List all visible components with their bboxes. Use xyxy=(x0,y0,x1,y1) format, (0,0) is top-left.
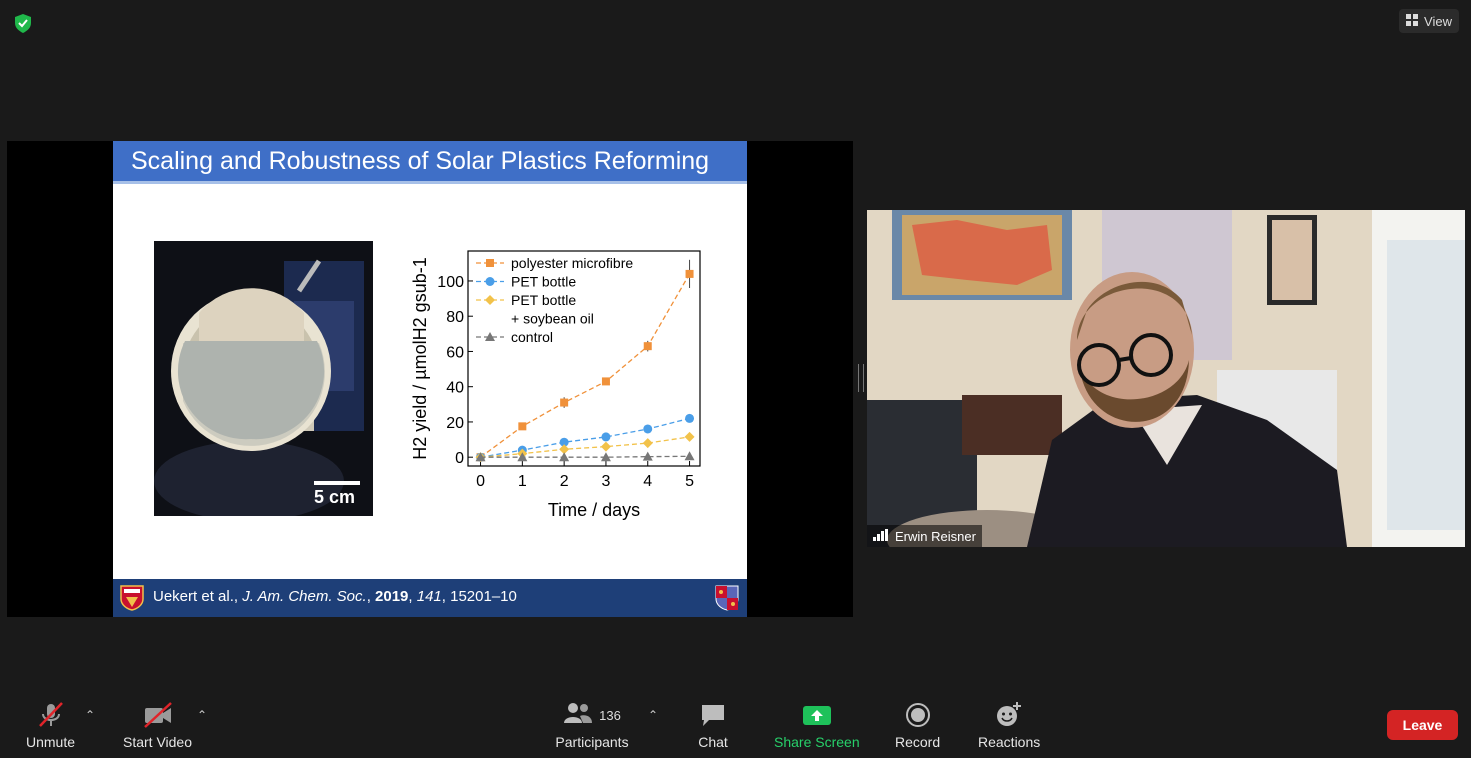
cambridge-crest-icon xyxy=(120,585,144,611)
x-tick-label: 3 xyxy=(601,473,610,490)
presentation-slide: Scaling and Robustness of Solar Plastics… xyxy=(113,141,747,617)
y-axis-label: H2 yield / µmolH2 gsub-1 xyxy=(410,257,430,459)
view-label: View xyxy=(1424,13,1452,29)
citation-volume: 141 xyxy=(416,588,442,605)
citation-year: 2019 xyxy=(375,588,409,605)
x-axis-label: Time / days xyxy=(548,500,640,520)
citation-separator: , xyxy=(408,588,417,605)
reactions-icon xyxy=(992,700,1026,730)
data-point xyxy=(642,438,653,449)
data-point xyxy=(684,431,695,442)
legend-label: + soybean oil xyxy=(511,311,594,327)
h2-yield-chart: 0 1 2 3 4 5 0 20 40 60 80 100 Time / days H2 yield / … xyxy=(410,250,701,520)
y-tick-label: 80 xyxy=(446,309,464,326)
view-button[interactable]: View xyxy=(1399,9,1459,33)
security-shield-icon[interactable] xyxy=(12,12,34,34)
unmute-button[interactable]: Unmute xyxy=(26,700,75,750)
series-line xyxy=(480,455,690,458)
x-tick-label: 5 xyxy=(685,473,694,490)
legend-label: PET bottle xyxy=(511,274,576,290)
participant-name-tag: Erwin Reisner xyxy=(867,525,982,547)
participants-icon-group: 136 xyxy=(554,700,630,730)
citation-authors: Uekert et al., xyxy=(153,588,243,605)
legend-marker xyxy=(485,277,495,286)
reactor-photo: 5 cm xyxy=(154,241,373,516)
share-screen-label: Share Screen xyxy=(774,734,860,750)
data-point xyxy=(601,377,610,386)
participants-label: Participants xyxy=(555,734,629,750)
participants-button[interactable]: 136 Participants xyxy=(554,700,630,750)
panel-resize-handle[interactable] xyxy=(858,364,864,392)
data-point xyxy=(685,269,694,278)
legend-marker xyxy=(486,259,494,267)
legend-marker xyxy=(485,295,495,305)
chart-frame xyxy=(467,250,701,467)
y-tick-label: 60 xyxy=(446,344,464,361)
unmute-label: Unmute xyxy=(26,734,76,750)
x-tick-label: 4 xyxy=(643,473,652,490)
x-tick-label: 2 xyxy=(560,473,569,490)
video-off-icon xyxy=(141,700,175,730)
x-tick-label: 1 xyxy=(518,473,527,490)
series-line xyxy=(480,417,690,458)
record-label: Record xyxy=(895,734,941,750)
legend-label: PET bottle xyxy=(511,292,576,308)
start-video-button[interactable]: Start Video xyxy=(123,700,192,750)
chat-button[interactable]: Chat xyxy=(696,700,730,750)
reactions-label: Reactions xyxy=(978,734,1041,750)
audio-options-caret-icon[interactable]: ⌃ xyxy=(85,708,95,722)
share-screen-icon xyxy=(800,700,834,730)
chat-icon xyxy=(696,700,730,730)
slide-title: Scaling and Robustness of Solar Plastics… xyxy=(131,147,710,175)
y-tick-label: 0 xyxy=(455,450,464,467)
y-tick-label: 100 xyxy=(437,274,464,291)
citation: Uekert et al., J. Am. Chem. Soc., 2019 , … xyxy=(153,588,517,605)
citation-separator: , xyxy=(366,588,376,605)
data-point xyxy=(560,398,569,407)
scale-label: 5 cm xyxy=(314,487,356,507)
reactions-button[interactable]: Reactions xyxy=(978,700,1040,750)
video-options-caret-icon[interactable]: ⌃ xyxy=(197,708,207,722)
share-screen-button[interactable]: Share Screen xyxy=(774,700,860,750)
chat-label: Chat xyxy=(698,734,728,750)
y-tick-label: 20 xyxy=(446,415,464,432)
scale-bar xyxy=(314,481,360,485)
slide-title-bar: Scaling and Robustness of Solar Plastics… xyxy=(113,141,747,184)
participant-name: Erwin Reisner xyxy=(895,528,976,544)
participants-options-caret-icon[interactable]: ⌃ xyxy=(648,708,658,722)
data-point xyxy=(643,424,653,434)
leave-button[interactable]: Leave xyxy=(1387,710,1458,740)
citation-journal: J. Am. Chem. Soc. xyxy=(242,588,367,605)
y-tick-label: 40 xyxy=(446,380,464,397)
signal-strength-icon xyxy=(873,528,889,544)
college-crest-icon xyxy=(715,585,739,611)
data-point xyxy=(600,441,611,452)
grid-icon xyxy=(1406,13,1419,29)
start-video-label: Start Video xyxy=(123,734,193,750)
record-button[interactable]: Record xyxy=(895,700,940,750)
x-tick-label: 0 xyxy=(476,473,485,490)
slide-footer: Uekert et al., J. Am. Chem. Soc., 2019 , … xyxy=(113,579,747,617)
muted-microphone-icon xyxy=(34,700,68,730)
data-point xyxy=(518,422,527,431)
record-icon xyxy=(901,700,935,730)
citation-pages: , 15201–10 xyxy=(441,588,517,605)
participants-icon xyxy=(563,701,593,730)
data-point xyxy=(643,342,652,351)
legend-label: control xyxy=(511,329,553,345)
legend-label: polyester microfibre xyxy=(511,255,633,271)
data-point xyxy=(684,451,695,461)
data-point xyxy=(685,413,695,423)
participant-video[interactable]: Erwin Reisner xyxy=(867,210,1465,547)
data-point xyxy=(601,432,611,442)
participants-count: 136 xyxy=(599,707,621,723)
